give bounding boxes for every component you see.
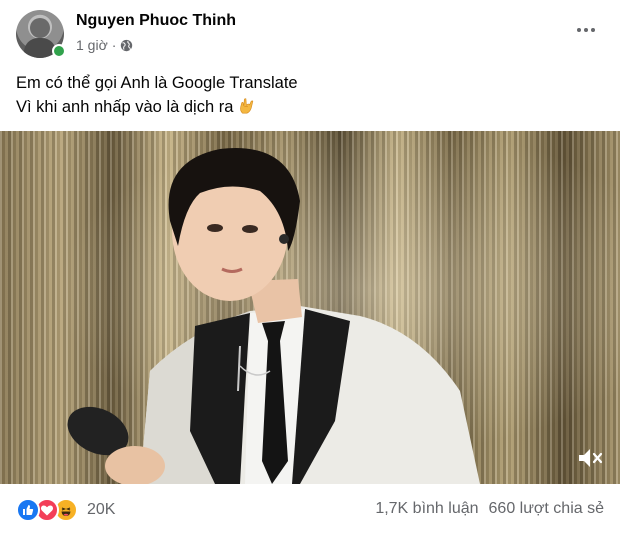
author-name[interactable]: Nguyen Phuoc Thinh — [76, 12, 236, 30]
caption-line-1: Em có thể gọi Anh là Google Translate — [16, 74, 298, 92]
avatar-head — [30, 18, 50, 38]
facebook-post: Nguyen Phuoc Thinh 1 giờ · Em có thể gọi… — [0, 0, 620, 536]
reaction-count: 20K — [87, 501, 116, 518]
reactions-summary[interactable]: 20K — [16, 498, 115, 522]
video-player[interactable] — [0, 131, 620, 484]
share-count-link[interactable]: 660 lượt chia sẻ — [489, 500, 604, 518]
more-dot — [591, 28, 595, 32]
video-frame-singer — [67, 148, 480, 484]
post-header: Nguyen Phuoc Thinh 1 giờ · — [16, 10, 604, 62]
post-timestamp[interactable]: 1 giờ — [76, 37, 108, 53]
caption-line-2: Vì khi anh nhấp vào là dịch ra — [16, 95, 604, 119]
post-meta: 1 giờ · — [76, 37, 133, 53]
post-caption: Em có thể gọi Anh là Google Translate Vì… — [16, 71, 604, 119]
more-dot — [584, 28, 588, 32]
more-options-icon[interactable] — [572, 20, 600, 40]
caption-line-2-text: Vì khi anh nhấp vào là dịch ra — [16, 98, 234, 116]
engagement-stats: 1,7K bình luận 660 lượt chia sẻ — [375, 500, 604, 518]
globe-icon[interactable] — [120, 39, 133, 52]
comment-count-link[interactable]: 1,7K bình luận — [375, 500, 478, 518]
online-status-indicator — [52, 44, 66, 58]
post-footer: 20K 1,7K bình luận 660 lượt chia sẻ — [16, 496, 604, 526]
meta-separator: · — [111, 37, 117, 53]
love-you-gesture-icon — [240, 98, 254, 114]
like-icon — [16, 498, 40, 522]
avatar-body — [24, 38, 56, 58]
more-dot — [577, 28, 581, 32]
speaker-muted-icon[interactable] — [576, 446, 604, 470]
